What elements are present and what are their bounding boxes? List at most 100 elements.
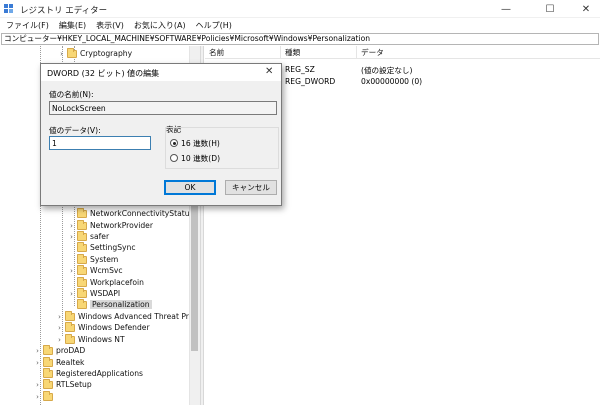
tree-item-windows-defender[interactable]: › Windows Defender	[56, 321, 150, 333]
column-header-data[interactable]: データ	[357, 46, 600, 59]
tree-item-workplacefoin[interactable]: Workplacefoin	[68, 276, 144, 288]
value-row-data: (値の設定なし)	[361, 66, 413, 75]
folder-icon	[43, 367, 53, 378]
tree-item-personalization[interactable]: Personalization	[68, 298, 152, 310]
chevron-right-icon[interactable]: ›	[58, 50, 65, 58]
maximize-button[interactable]: ☐	[530, 0, 570, 18]
close-icon[interactable]: ✕	[265, 66, 273, 77]
tree-item-networkprovider[interactable]: › NetworkProvider	[68, 219, 153, 231]
chevron-right-icon[interactable]: ›	[34, 347, 41, 355]
value-row-type: REG_SZ	[285, 65, 315, 74]
window-title: レジストリ エディター	[20, 6, 108, 16]
dialog-titlebar: DWORD (32 ビット) 値の編集 ✕	[41, 64, 281, 81]
tree-item-networkconnectivitystatus[interactable]: NetworkConnectivityStatusInd	[68, 207, 200, 219]
menu-favorites[interactable]: お気に入り(A)	[134, 20, 186, 31]
tree-item-windows-advanced-threat-protection[interactable]: › Windows Advanced Threat Protec	[56, 310, 200, 322]
value-name-label: 値の名前(N):	[49, 90, 94, 99]
folder-icon	[43, 356, 53, 367]
value-data-field[interactable]	[49, 136, 151, 150]
tree-item-label: Windows NT	[78, 335, 125, 344]
folder-icon	[77, 230, 87, 241]
ok-button[interactable]: OK	[164, 180, 216, 195]
folder-icon	[77, 241, 87, 252]
chevron-right-icon[interactable]: ›	[68, 290, 75, 298]
tree-item-wcmsvc[interactable]: › WcmSvc	[68, 264, 123, 276]
column-header-name[interactable]: 名前	[205, 46, 281, 59]
tree-item-label: Windows Advanced Threat Protec	[78, 312, 200, 321]
folder-icon	[77, 207, 87, 218]
tree-item-label: Personalization	[90, 300, 152, 309]
folder-icon	[77, 287, 87, 298]
tree-item-safer[interactable]: › safer	[68, 230, 110, 242]
folder-icon	[43, 344, 53, 355]
value-data-label: 値のデータ(V):	[49, 126, 101, 135]
folder-icon	[77, 298, 87, 309]
tree-item-label: SettingSync	[90, 243, 136, 252]
column-header-type[interactable]: 種類	[281, 46, 357, 59]
tree-item-label: Windows Defender	[78, 323, 150, 332]
chevron-right-icon[interactable]: ›	[34, 393, 41, 401]
tree-item-rtlsetup[interactable]: › RTLSetup	[34, 378, 92, 390]
menu-file[interactable]: ファイル(F)	[6, 20, 49, 31]
folder-icon	[65, 321, 75, 332]
chevron-right-icon[interactable]: ›	[56, 336, 63, 344]
tree-item-prodad[interactable]: › proDAD	[34, 344, 86, 356]
folder-icon	[77, 276, 87, 287]
chevron-right-icon[interactable]: ›	[68, 267, 75, 275]
registry-editor-icon	[4, 4, 13, 13]
tree-item-label: NetworkProvider	[90, 221, 153, 230]
tree-item-label: Cryptography	[80, 49, 133, 58]
cancel-button[interactable]: キャンセル	[225, 180, 277, 195]
menu-help[interactable]: ヘルプ(H)	[196, 20, 232, 31]
chevron-right-icon[interactable]: ›	[34, 381, 41, 389]
radio-hex[interactable]	[170, 139, 178, 147]
tree-item-registeredapplications[interactable]: RegisteredApplications	[34, 367, 143, 379]
tree-item-windows-nt[interactable]: › Windows NT	[56, 333, 125, 345]
chevron-right-icon[interactable]: ›	[34, 359, 41, 367]
chevron-right-icon[interactable]: ›	[68, 222, 75, 230]
folder-icon	[77, 264, 87, 275]
radio-decimal-label[interactable]: 10 進数(D)	[181, 153, 220, 164]
tree-item-label: safer	[90, 232, 110, 241]
radio-decimal[interactable]	[170, 154, 178, 162]
tree-item-wsdapi[interactable]: › WSDAPI	[68, 287, 121, 299]
chevron-right-icon[interactable]: ›	[68, 233, 75, 241]
tree-item-label: Workplacefoin	[90, 278, 144, 287]
close-button[interactable]: ✕	[566, 0, 600, 18]
folder-icon	[77, 253, 87, 264]
tree-item-partial[interactable]: ›	[34, 390, 56, 402]
tree-item-label: WSDAPI	[90, 289, 121, 298]
tree-item-label: NetworkConnectivityStatusInd	[90, 209, 200, 218]
chevron-right-icon[interactable]: ›	[56, 324, 63, 332]
radio-hex-label[interactable]: 16 進数(H)	[181, 138, 220, 149]
value-name-field[interactable]	[49, 101, 277, 115]
tree-scrollbar-thumb[interactable]	[191, 206, 198, 351]
tree-item-label: Realtek	[56, 358, 85, 367]
tree-item-settingsync[interactable]: SettingSync	[68, 241, 136, 253]
folder-icon	[65, 333, 75, 344]
folder-icon	[67, 47, 77, 58]
tree-item-realtek[interactable]: › Realtek	[34, 356, 85, 368]
folder-icon	[77, 219, 87, 230]
tree-item-label: System	[90, 255, 119, 264]
minimize-button[interactable]: —	[486, 0, 526, 18]
tree-item-label: RegisteredApplications	[56, 369, 143, 378]
edit-dword-dialog: DWORD (32 ビット) 値の編集 ✕ 値の名前(N): 値のデータ(V):…	[40, 63, 282, 206]
chevron-right-icon[interactable]: ›	[56, 313, 63, 321]
value-row-data: 0x00000000 (0)	[361, 77, 423, 86]
folder-icon	[43, 390, 53, 401]
address-bar[interactable]: コンピューター¥HKEY_LOCAL_MACHINE¥SOFTWARE¥Poli…	[1, 33, 599, 45]
menu-edit[interactable]: 編集(E)	[59, 20, 86, 31]
dialog-title: DWORD (32 ビット) 値の編集	[47, 69, 160, 78]
value-row-type: REG_DWORD	[285, 77, 336, 86]
menu-view[interactable]: 表示(V)	[96, 20, 124, 31]
folder-icon	[43, 378, 53, 389]
folder-icon	[65, 310, 75, 321]
window-titlebar: レジストリ エディター — ☐ ✕	[0, 0, 600, 18]
tree-item-label: proDAD	[56, 346, 86, 355]
tree-item-label: WcmSvc	[90, 266, 123, 275]
menu-bar: ファイル(F) 編集(E) 表示(V) お気に入り(A) ヘルプ(H)	[0, 18, 600, 32]
tree-item-cryptography[interactable]: › Cryptography	[58, 47, 133, 59]
tree-item-label: RTLSetup	[56, 380, 92, 389]
tree-item-system[interactable]: System	[68, 253, 119, 265]
